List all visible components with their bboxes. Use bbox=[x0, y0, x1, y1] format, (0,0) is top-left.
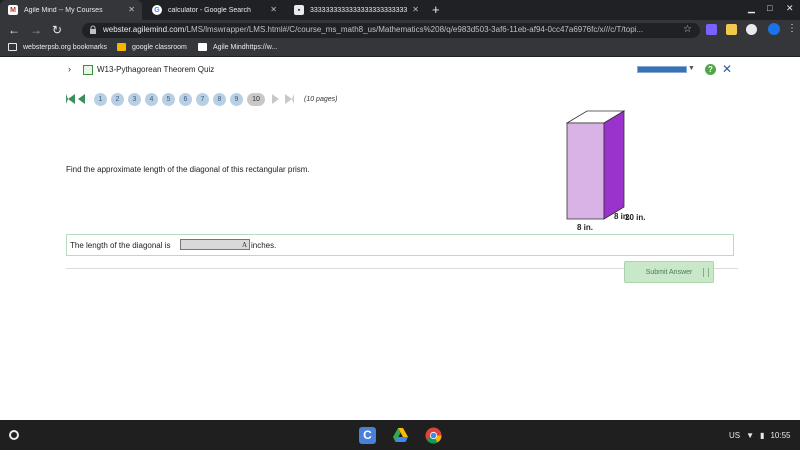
bookmark-star-icon[interactable]: ☆ bbox=[683, 24, 692, 35]
answer-prefix: The length of the diagonal is bbox=[70, 241, 171, 250]
page-button-2[interactable]: 2 bbox=[111, 92, 124, 106]
chrome-app-icon[interactable] bbox=[425, 427, 442, 444]
folder-icon bbox=[8, 43, 17, 51]
close-window-icon[interactable]: ✕ bbox=[786, 3, 794, 14]
quiz-progress-fill bbox=[638, 67, 686, 72]
launcher-icon[interactable] bbox=[9, 430, 19, 440]
page-button-4[interactable]: 4 bbox=[145, 92, 158, 106]
bookmark-label: websterpsb.org bookmarks bbox=[23, 43, 108, 51]
width-label: 8 in. bbox=[577, 223, 593, 232]
tab-label: Agile Mind -- My Courses bbox=[24, 6, 103, 14]
browser-tab-strip: M Agile Mind -- My Courses ✕ G calculato… bbox=[0, 0, 800, 20]
classroom-icon bbox=[117, 43, 126, 51]
address-url[interactable]: webster.agilemind.com/LMS/lmswrapper/LMS… bbox=[103, 25, 663, 34]
depth-label: 8 in. bbox=[614, 212, 630, 221]
last-page-icon[interactable] bbox=[285, 94, 294, 104]
tab-third[interactable]: ▪ 3333333333333333333333333 ✕ bbox=[286, 0, 426, 20]
bookmark-agile-mind[interactable]: Agile Mindhttps://w... bbox=[198, 43, 277, 51]
page-button-7[interactable]: 7 bbox=[196, 92, 209, 106]
previous-page-icon[interactable] bbox=[78, 94, 85, 104]
system-tray[interactable]: US ▼ ▮ 10:55 bbox=[729, 431, 790, 440]
page-button-6[interactable]: 6 bbox=[179, 92, 192, 106]
maximize-icon[interactable]: □ bbox=[767, 3, 772, 13]
close-quiz-icon[interactable]: ✕ bbox=[722, 62, 732, 76]
chevron-down-icon[interactable]: ▼ bbox=[688, 65, 695, 72]
close-tab-icon[interactable]: ✕ bbox=[128, 5, 135, 15]
tab-label: 3333333333333333333333333 bbox=[310, 6, 408, 14]
submit-answer-button[interactable]: Submit Answer bbox=[624, 261, 714, 283]
help-icon[interactable]: ? bbox=[705, 64, 716, 75]
page-content: › W13-Pythagorean Theorem Quiz ▼ ? ✕ 1 2… bbox=[0, 57, 800, 420]
tab-agile-mind[interactable]: M Agile Mind -- My Courses ✕ bbox=[0, 0, 142, 20]
tab-label: calculator - Google Search bbox=[168, 6, 251, 14]
wifi-icon: ▼ bbox=[746, 431, 755, 440]
page-button-9[interactable]: 9 bbox=[230, 92, 243, 106]
close-tab-icon[interactable]: ✕ bbox=[270, 5, 277, 15]
quiz-title: W13-Pythagorean Theorem Quiz bbox=[97, 65, 215, 74]
page-button-1[interactable]: 1 bbox=[94, 92, 107, 106]
quiz-edit-icon bbox=[83, 65, 93, 75]
reload-icon[interactable]: ↻ bbox=[52, 23, 62, 37]
quiz-progress-bar[interactable] bbox=[637, 66, 687, 73]
extension-icon[interactable] bbox=[746, 24, 757, 35]
submit-answer-label: Submit Answer bbox=[645, 268, 693, 276]
first-page-icon[interactable] bbox=[66, 94, 75, 104]
answer-box: The length of the diagonal is A inches. bbox=[66, 234, 734, 256]
equation-editor-icon[interactable]: A bbox=[242, 241, 247, 249]
url-path: /LMS/lmswrapper/LMS.html#/C/course_ms_ma… bbox=[184, 25, 644, 34]
close-tab-icon[interactable]: ✕ bbox=[412, 5, 419, 15]
os-shelf: C US ▼ ▮ 10:55 bbox=[0, 420, 800, 450]
prism-side-face bbox=[603, 110, 625, 220]
extension-icon[interactable] bbox=[726, 24, 737, 35]
locale-indicator: US bbox=[729, 431, 741, 440]
agile-mind-icon bbox=[198, 43, 207, 51]
next-page-icon[interactable] bbox=[272, 94, 279, 104]
diagonal-answer-input[interactable]: A bbox=[180, 239, 250, 250]
grip-icon bbox=[703, 268, 709, 277]
lock-icon bbox=[90, 25, 96, 34]
drive-app-icon[interactable] bbox=[392, 427, 409, 444]
chevron-right-icon[interactable]: › bbox=[68, 64, 71, 74]
generic-page-icon: ▪ bbox=[294, 5, 304, 15]
page-button-10[interactable]: 10 bbox=[247, 92, 265, 106]
url-host: webster.agilemind.com bbox=[103, 25, 185, 34]
extension-icon[interactable] bbox=[706, 24, 717, 35]
profile-avatar[interactable] bbox=[768, 23, 780, 35]
bookmark-websterpsb[interactable]: websterpsb.org bookmarks bbox=[8, 43, 107, 51]
agile-mind-icon: M bbox=[8, 5, 18, 15]
new-tab-button[interactable]: + bbox=[432, 2, 440, 17]
rectangular-prism-figure: 20 in. 8 in. 8 in. bbox=[565, 110, 645, 232]
question-prompt: Find the approximate length of the diago… bbox=[66, 165, 310, 174]
page-button-5[interactable]: 5 bbox=[162, 92, 175, 106]
tab-calculator[interactable]: G calculator - Google Search ✕ bbox=[144, 0, 284, 20]
prism-front-face bbox=[566, 122, 605, 220]
minimize-icon[interactable]: ▁ bbox=[748, 3, 755, 14]
clock: 10:55 bbox=[770, 431, 791, 440]
page-navigator: 1 2 3 4 5 6 7 8 9 10 (10 pages) bbox=[66, 92, 337, 106]
answer-suffix: inches. bbox=[251, 241, 277, 250]
forward-icon[interactable]: → bbox=[30, 23, 42, 37]
bookmark-google-classroom[interactable]: google classroom bbox=[117, 43, 187, 51]
page-button-3[interactable]: 3 bbox=[128, 92, 141, 106]
google-icon: G bbox=[152, 5, 162, 15]
page-button-8[interactable]: 8 bbox=[213, 92, 226, 106]
bookmark-label: Agile Mindhttps://w... bbox=[213, 43, 278, 51]
bookmark-label: google classroom bbox=[132, 43, 187, 51]
menu-kebab-icon[interactable]: ⋮ bbox=[787, 23, 797, 34]
quiz-header: › W13-Pythagorean Theorem Quiz ▼ ? ✕ bbox=[60, 62, 740, 77]
page-count: (10 pages) bbox=[304, 95, 338, 103]
classroom-app-icon[interactable]: C bbox=[359, 427, 376, 444]
back-icon[interactable]: ← bbox=[8, 23, 20, 37]
battery-icon: ▮ bbox=[760, 431, 765, 440]
